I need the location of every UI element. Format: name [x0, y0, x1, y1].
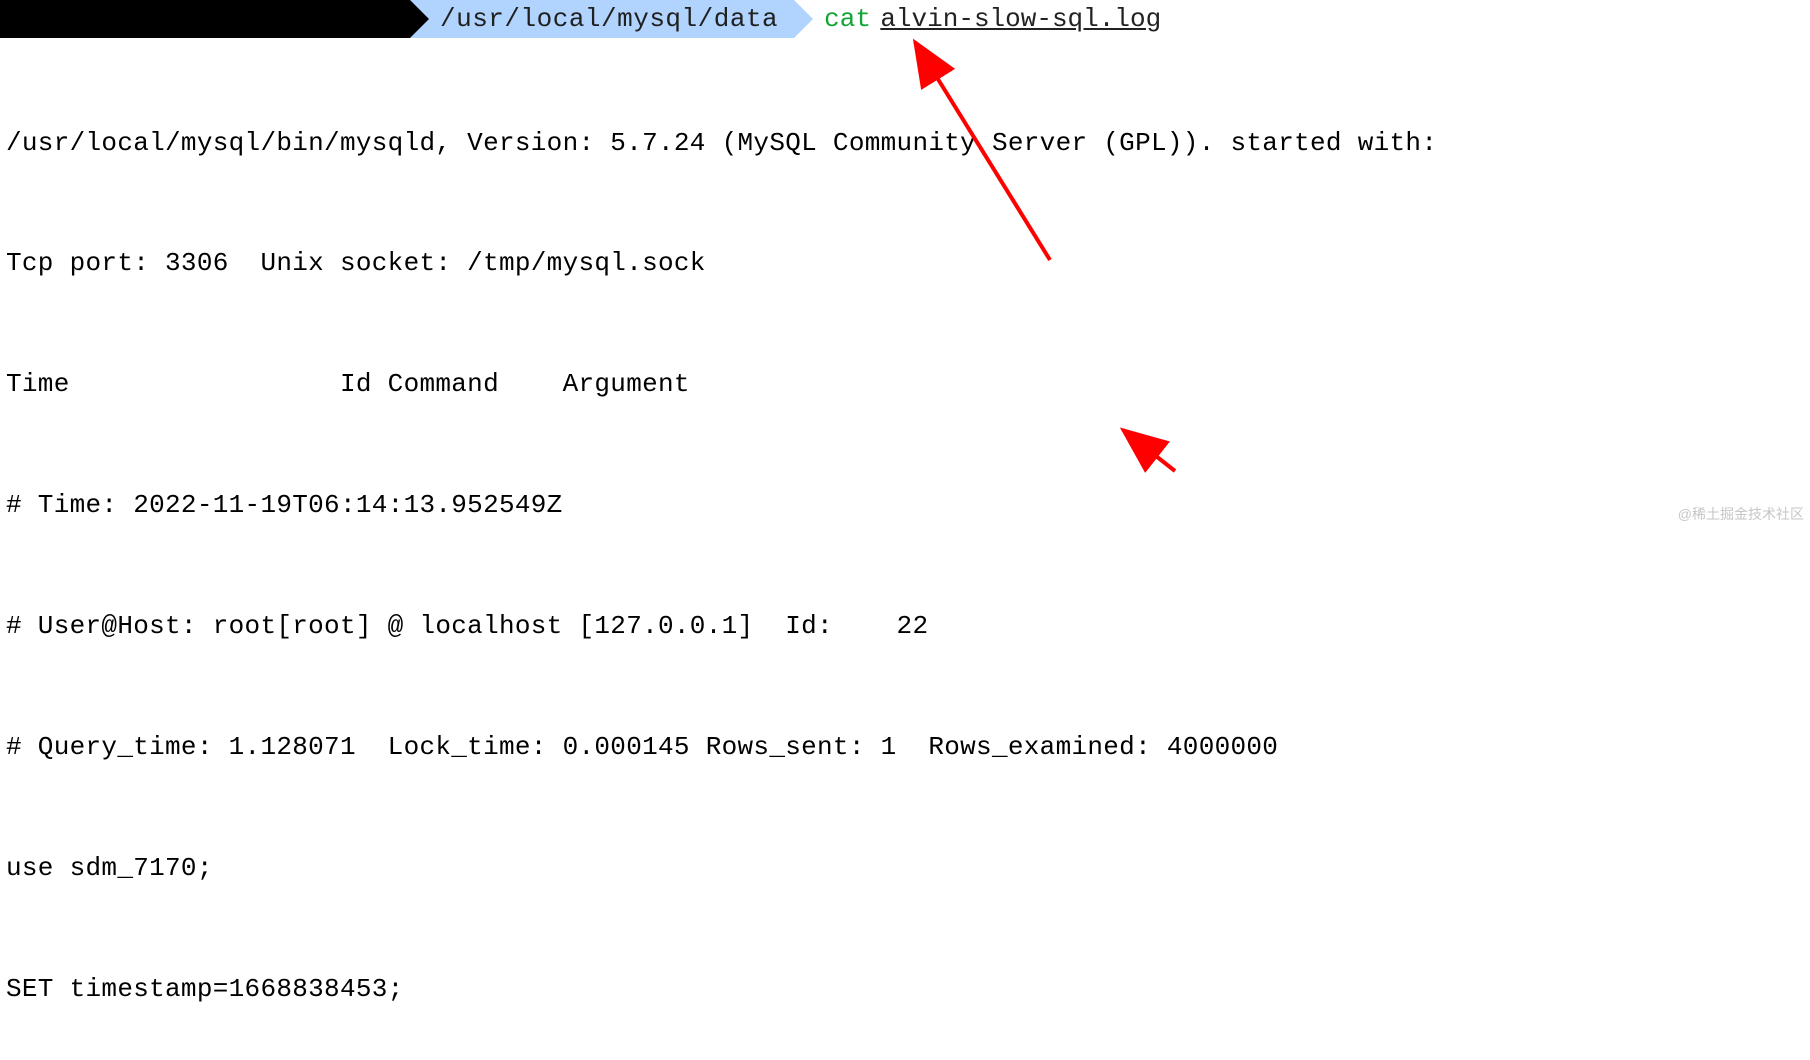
output-line: Time Id Command Argument: [6, 364, 1804, 404]
watermark-text: @稀土掘金技术社区: [1678, 504, 1804, 526]
output-line: /usr/local/mysql/bin/mysqld, Version: 5.…: [6, 123, 1804, 163]
terminal-output: /usr/local/mysql/bin/mysqld, Version: 5.…: [0, 38, 1810, 1060]
output-line: # Query_time: 1.128071 Lock_time: 0.0001…: [6, 727, 1804, 767]
command-entry[interactable]: cat alvin-slow-sql.log: [794, 0, 1161, 39]
prompt-current-path: /usr/local/mysql/data: [410, 0, 794, 38]
command-name: cat: [824, 0, 871, 39]
output-line: SET timestamp=1668838453;: [6, 969, 1804, 1009]
output-line: # User@Host: root[root] @ localhost [127…: [6, 606, 1804, 646]
terminal-prompt-line[interactable]: /usr/local/mysql/data cat alvin-slow-sql…: [0, 0, 1810, 38]
output-line: Tcp port: 3306 Unix socket: /tmp/mysql.s…: [6, 243, 1804, 283]
output-line: # Time: 2022-11-19T06:14:13.952549Z: [6, 485, 1804, 525]
prompt-segment-blank: [0, 0, 410, 38]
prompt-path-text: /usr/local/mysql/data: [440, 0, 778, 39]
command-argument: alvin-slow-sql.log: [880, 0, 1161, 39]
output-line: use sdm_7170;: [6, 848, 1804, 888]
